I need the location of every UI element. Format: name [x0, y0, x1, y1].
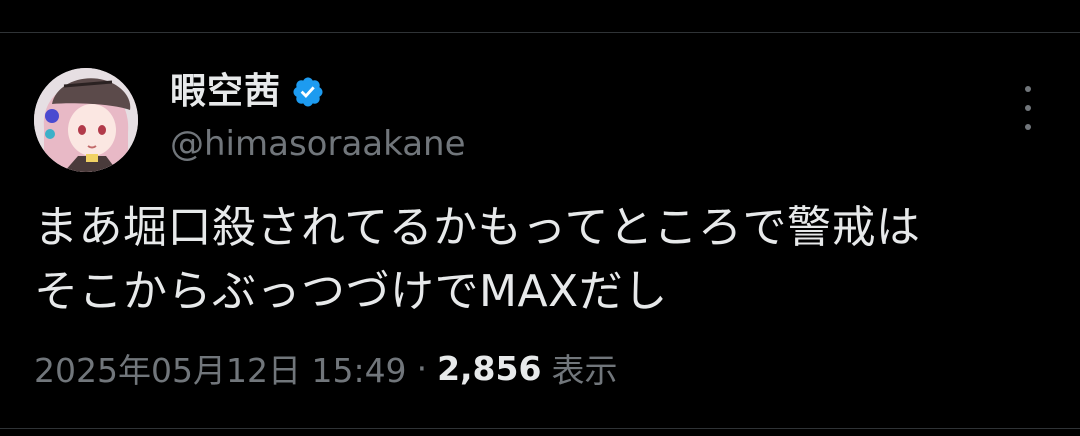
more-dot — [1025, 124, 1031, 130]
verified-badge-icon[interactable] — [291, 75, 325, 109]
more-dot — [1025, 86, 1031, 92]
views-label: 表示 — [551, 351, 618, 390]
avatar-image — [34, 68, 138, 172]
bottom-divider — [0, 428, 1080, 429]
views-count: 2,856 — [437, 348, 542, 388]
meta-separator: · — [416, 348, 428, 388]
tweet-text: まあ堀口殺されてるかもってところで警戒は そこからぶっつづけでMAXだし — [34, 202, 921, 317]
more-dot — [1025, 105, 1031, 111]
tweet-meta: 2025年05月12日 15:49 · 2,856 表示 — [34, 344, 617, 392]
tweet-timestamp[interactable]: 2025年05月12日 15:49 — [34, 344, 407, 392]
more-options-icon[interactable] — [1010, 86, 1046, 130]
user-handle[interactable]: @himasoraakane — [170, 122, 466, 166]
user-name-row: 暇空茜 — [170, 68, 325, 116]
avatar[interactable] — [34, 68, 138, 172]
top-divider — [0, 32, 1080, 33]
display-name[interactable]: 暇空茜 — [170, 68, 281, 116]
